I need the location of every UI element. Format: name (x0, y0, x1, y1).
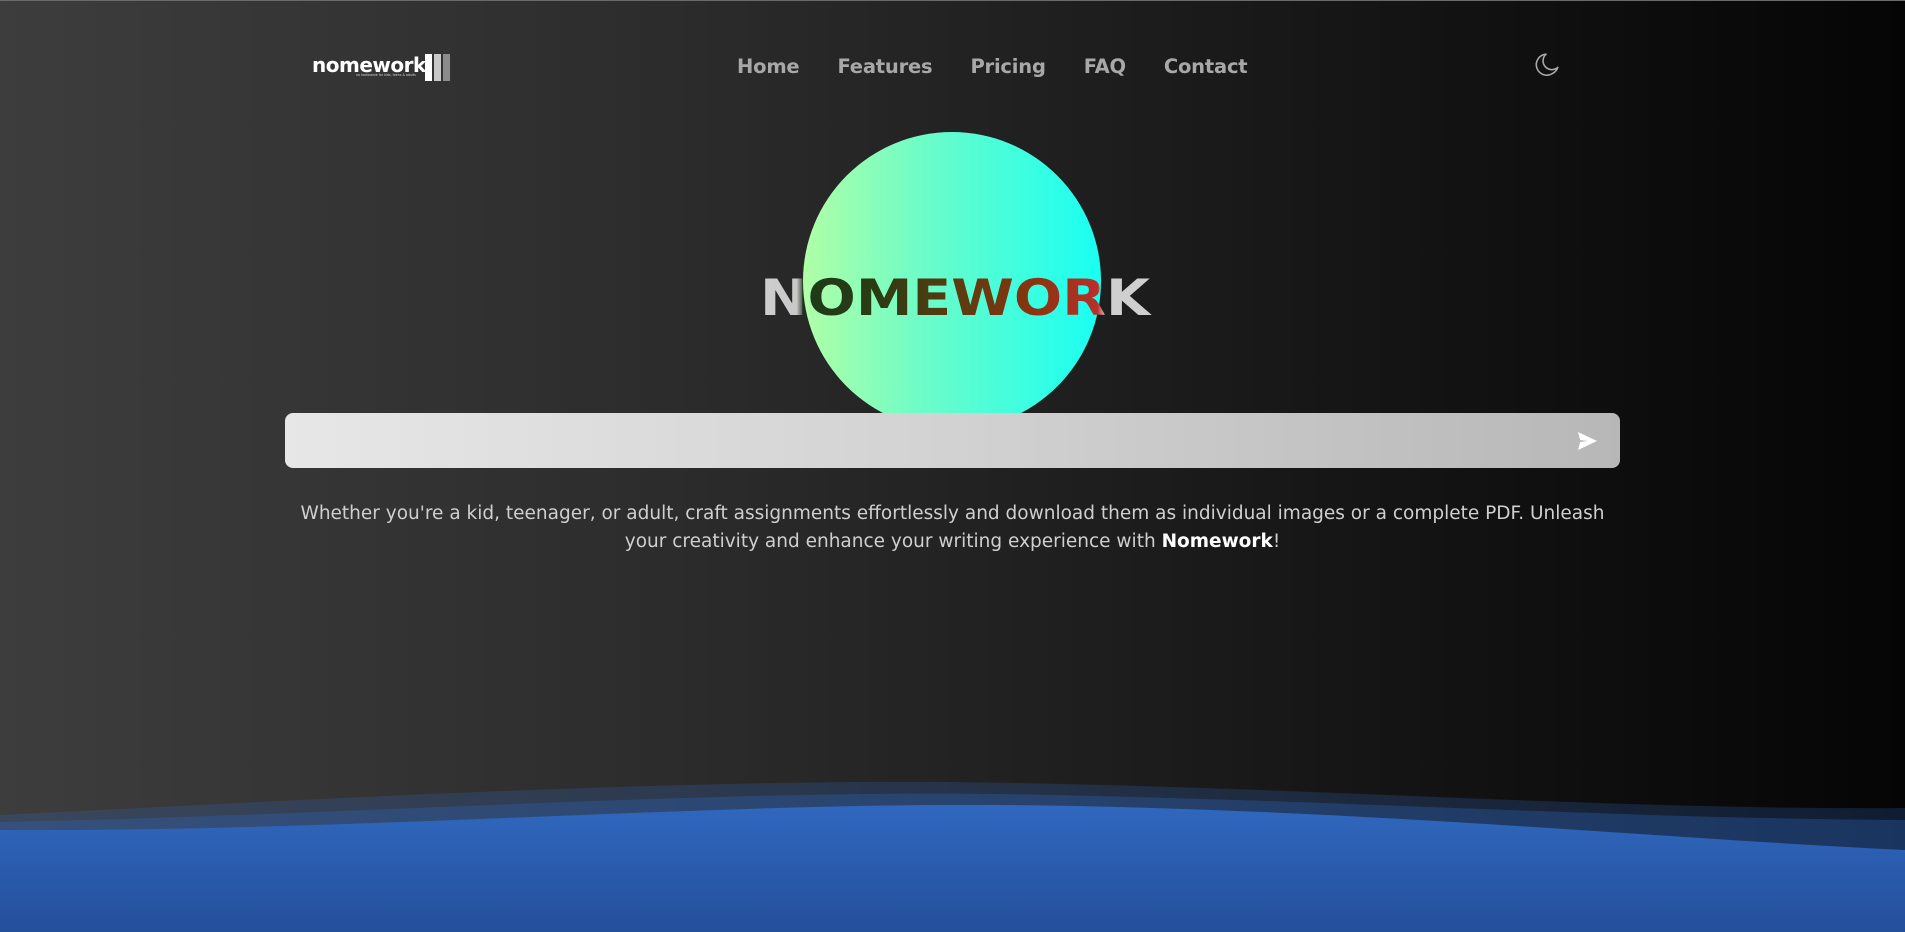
nav-faq[interactable]: FAQ (1084, 55, 1126, 78)
logo-bars-icon (425, 54, 452, 81)
hero-title: NOMEWORK (757, 266, 1153, 326)
nav-pricing[interactable]: Pricing (970, 55, 1045, 78)
description-text: Whether you're a kid, teenager, or adult… (300, 503, 1605, 552)
prompt-input[interactable] (301, 413, 1555, 470)
nav-contact[interactable]: Contact (1164, 55, 1248, 78)
send-button[interactable] (1575, 429, 1599, 453)
footer-waves (0, 781, 1905, 932)
nav-home[interactable]: Home (737, 55, 800, 78)
moon-icon (1535, 53, 1559, 76)
hero-title-text: NOMEWORK (760, 269, 1153, 326)
hero-description: Whether you're a kid, teenager, or adult… (285, 500, 1620, 556)
prompt-bar (285, 413, 1620, 470)
description-end: ! (1272, 531, 1281, 552)
nav-features[interactable]: Features (837, 55, 932, 78)
logo-tagline: no homework for kids, teens & adults (356, 73, 416, 77)
logo[interactable]: nomework no homework for kids, teens & a… (312, 52, 454, 82)
site-header: nomework no homework for kids, teens & a… (0, 0, 1905, 130)
send-icon (1578, 432, 1597, 450)
main-nav: Home Features Pricing FAQ Contact (737, 55, 1285, 78)
theme-toggle-button[interactable] (1533, 49, 1563, 79)
description-brand: Nomework (1161, 531, 1273, 552)
